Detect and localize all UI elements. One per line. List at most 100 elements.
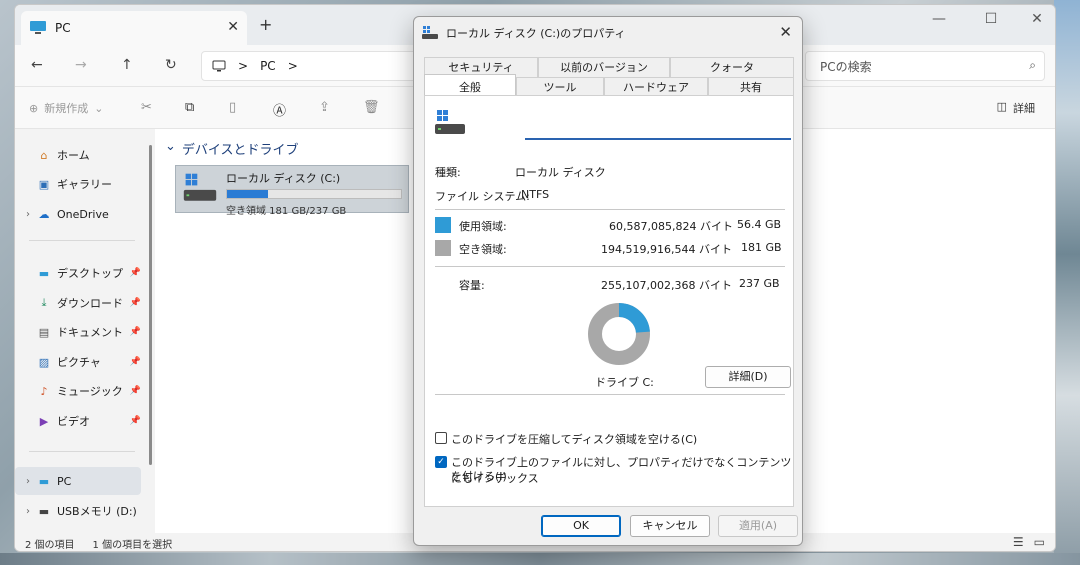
cut-icon[interactable]: ✂ — [141, 100, 152, 115]
breadcrumb-separator: > — [238, 59, 249, 73]
sidebar-divider — [29, 451, 135, 452]
pin-icon[interactable]: 📌 — [130, 268, 141, 278]
sidebar-item-videos[interactable]: ▶ ビデオ 📌 — [15, 407, 141, 435]
details-view-icon[interactable]: ☰ — [1013, 535, 1024, 549]
apply-button[interactable]: 適用(A) — [718, 515, 798, 537]
rename-icon[interactable]: Ⓐ — [273, 100, 286, 119]
search-input[interactable]: PCの検索 ⌕ — [805, 51, 1045, 81]
free-space-size: 181 GB — [741, 241, 782, 254]
usb-drive-icon: ▬ — [38, 504, 50, 518]
forward-icon[interactable]: → — [75, 57, 87, 73]
monitor-icon — [212, 60, 226, 72]
pin-icon[interactable]: 📌 — [130, 357, 141, 367]
tab-close-icon[interactable]: ✕ — [227, 19, 239, 35]
tab-sharing[interactable]: 共有 — [708, 77, 794, 97]
chevron-right-icon[interactable]: › — [21, 506, 35, 517]
chevron-down-icon: ⌄ — [165, 139, 176, 154]
sidebar-item-usb[interactable]: › ▬ USBメモリ (D:) — [15, 497, 141, 525]
back-icon[interactable]: ← — [31, 57, 43, 73]
paste-icon[interactable]: ▯ — [229, 100, 236, 115]
sidebar-item-pc[interactable]: › ▬ PC — [15, 467, 141, 495]
tab-previous-versions[interactable]: 以前のバージョン — [538, 57, 670, 77]
type-label: 種類: — [435, 166, 461, 179]
tab-hardware[interactable]: ハードウェア — [604, 77, 708, 97]
drive-name-input[interactable] — [525, 118, 791, 140]
copy-icon[interactable]: ⧉ — [185, 100, 194, 115]
drive-letter-label: ドライブ C: — [595, 376, 654, 389]
sidebar-item-home[interactable]: ⌂ ホーム — [15, 141, 141, 169]
sidebar-scrollbar[interactable] — [149, 145, 152, 465]
tab-general[interactable]: 全般 — [424, 74, 516, 97]
drive-tile-c[interactable]: ローカル ディスク (C:) 空き領域 181 GB/237 GB — [175, 165, 409, 217]
new-button[interactable]: ⊕ 新規作成 ⌄ — [29, 100, 103, 116]
minimize-icon[interactable]: — — [919, 11, 959, 27]
dialog-close-icon[interactable]: ✕ — [779, 23, 792, 41]
drive-usage-fill — [227, 190, 269, 198]
pc-icon — [30, 21, 46, 34]
capacity-label: 容量: — [459, 279, 485, 292]
index-label-line2[interactable]: を付ける(I) — [451, 468, 507, 484]
details-button[interactable]: ◫ 詳細 — [997, 100, 1035, 116]
item-count: 2 個の項目 — [25, 539, 75, 551]
document-icon: ▤ — [38, 325, 50, 339]
pin-icon[interactable]: 📌 — [130, 416, 141, 426]
capacity-size: 237 GB — [739, 277, 780, 290]
tabs-row-bottom: 全般 ツール ハードウェア 共有 — [424, 74, 794, 97]
drive-icon — [422, 26, 438, 39]
index-checkbox[interactable]: ✓ — [435, 456, 447, 468]
sidebar-item-desktop[interactable]: ▬ デスクトップ 📌 — [15, 259, 141, 287]
refresh-icon[interactable]: ↻ — [165, 57, 177, 73]
breadcrumb-separator-2[interactable]: > — [288, 59, 298, 73]
sidebar-item-label: PC — [57, 474, 72, 488]
used-space-size: 56.4 GB — [737, 218, 782, 231]
desktop-icon: ▬ — [38, 266, 50, 280]
delete-icon[interactable]: 🗑 — [363, 100, 380, 115]
maximize-icon[interactable]: ☐ — [971, 11, 1011, 27]
new-tab-icon[interactable]: + — [259, 15, 272, 34]
pin-icon[interactable]: 📌 — [130, 327, 141, 337]
ok-button[interactable]: OK — [541, 515, 621, 537]
sidebar-item-pictures[interactable]: ▨ ピクチャ 📌 — [15, 348, 141, 376]
chevron-right-icon[interactable]: › — [21, 209, 35, 220]
used-space-label: 使用領域: — [459, 220, 507, 233]
sidebar-item-gallery[interactable]: ▣ ギャラリー — [15, 170, 141, 198]
navigation-pane: ⌂ ホーム ▣ ギャラリー › ☁ OneDrive ▬ デスクトップ 📌 ⤓ … — [15, 129, 149, 533]
details-label: 詳細 — [1013, 102, 1035, 115]
sidebar-item-label: ミュージック — [57, 385, 123, 398]
tab-tools[interactable]: ツール — [516, 77, 604, 97]
video-icon: ▶ — [39, 414, 49, 428]
compress-checkbox[interactable] — [435, 432, 447, 444]
pin-icon[interactable]: 📌 — [130, 386, 141, 396]
cancel-button[interactable]: キャンセル — [630, 515, 710, 537]
close-window-icon[interactable]: ✕ — [1017, 11, 1055, 27]
details-pane-icon: ◫ — [996, 100, 1007, 113]
sidebar-item-music[interactable]: ♪ ミュージック 📌 — [15, 377, 141, 405]
tab-quota[interactable]: クォータ — [670, 57, 794, 77]
drive-icon — [183, 173, 217, 201]
chevron-down-icon: ⌄ — [94, 101, 104, 115]
breadcrumb-pc[interactable]: PC — [260, 59, 276, 73]
desktop-wallpaper — [1054, 0, 1080, 565]
free-space-label: 空き領域: — [459, 243, 507, 256]
disk-details-button[interactable]: 詳細(D) — [705, 366, 791, 388]
new-button-label: 新規作成 — [44, 102, 89, 115]
drive-free-text: 空き領域 181 GB/237 GB — [226, 206, 347, 217]
sidebar-item-label: ピクチャ — [57, 356, 101, 369]
sidebar-item-downloads[interactable]: ⤓ ダウンロード 📌 — [15, 289, 141, 317]
properties-dialog: ローカル ディスク (C:)のプロパティ ✕ セキュリティ 以前のバージョン ク… — [413, 16, 803, 546]
desktop-wallpaper-bottom — [0, 553, 1080, 565]
share-icon[interactable]: ⇪ — [319, 100, 330, 115]
drive-usage-bar — [226, 189, 402, 199]
section-header-devices[interactable]: ⌄ デバイスとドライブ — [165, 139, 299, 158]
compress-label[interactable]: このドライブを圧縮してディスク領域を空ける(C) — [451, 431, 697, 447]
search-icon: ⌕ — [1029, 58, 1036, 72]
up-icon[interactable]: ↑ — [121, 57, 133, 73]
tiles-view-icon[interactable]: ▭ — [1034, 535, 1045, 549]
download-icon: ⤓ — [41, 296, 47, 309]
sidebar-divider — [29, 240, 135, 241]
sidebar-item-documents[interactable]: ▤ ドキュメント 📌 — [15, 318, 141, 346]
chevron-right-icon[interactable]: › — [21, 476, 35, 487]
tab-pc[interactable]: PC ✕ — [21, 11, 247, 45]
sidebar-item-onedrive[interactable]: › ☁ OneDrive — [15, 200, 141, 228]
pin-icon[interactable]: 📌 — [130, 298, 141, 308]
